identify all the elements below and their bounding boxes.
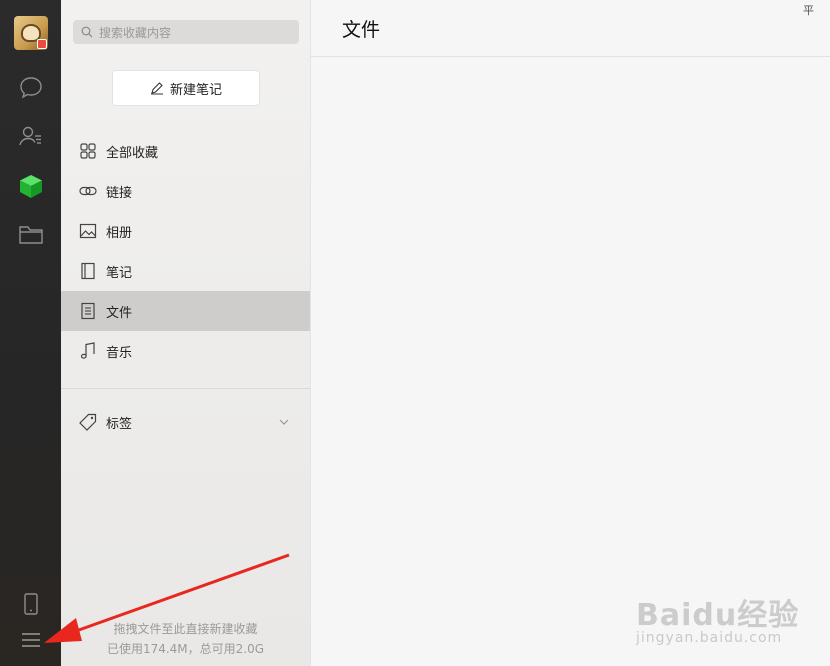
content-header: 文件 <box>311 0 830 57</box>
search-box[interactable]: 搜索收藏内容 <box>73 20 299 44</box>
pin-button[interactable]: 平 <box>803 2 814 18</box>
link-icon <box>79 182 97 200</box>
nav-item-all-favorites[interactable]: 全部收藏 <box>61 131 310 171</box>
nav-label: 标签 <box>106 416 133 432</box>
image-icon <box>79 222 97 240</box>
menu-hamburger-icon[interactable] <box>15 624 47 656</box>
file-icon <box>79 302 97 320</box>
music-note-icon <box>79 342 97 360</box>
nav-item-album[interactable]: 相册 <box>61 211 310 251</box>
folder-icon[interactable] <box>15 218 47 250</box>
nav-item-links[interactable]: 链接 <box>61 171 310 211</box>
new-note-button[interactable]: 新建笔记 <box>113 71 259 105</box>
storage-usage: 已使用174.4M，总可用2.0G <box>106 642 265 656</box>
page-title: 文件 <box>342 18 381 41</box>
grid-icon <box>79 142 97 160</box>
nav-item-music[interactable]: 音乐 <box>61 331 310 371</box>
new-note-label: 新建笔记 <box>169 82 222 98</box>
avatar-badge <box>37 39 47 49</box>
content-pane: 文件 平 <box>310 0 830 666</box>
watermark-brand: Baidu经验 <box>636 598 800 633</box>
nav-label: 相册 <box>106 225 133 241</box>
nav-item-notes[interactable]: 笔记 <box>61 251 310 291</box>
chat-icon[interactable] <box>15 71 47 103</box>
nav-label: 全部收藏 <box>106 145 159 161</box>
drag-hint: 拖拽文件至此直接新建收藏 <box>113 622 258 636</box>
watermark-url: jingyan.baidu.com <box>636 630 783 646</box>
tag-icon <box>79 413 97 431</box>
favorites-cube-icon[interactable] <box>15 170 47 202</box>
phone-icon[interactable] <box>15 588 47 620</box>
left-rail <box>0 0 61 666</box>
watermark: Baidu经验 jingyan.baidu.com <box>636 590 799 646</box>
search-icon <box>81 26 93 38</box>
nav-label: 音乐 <box>106 345 133 361</box>
notebook-icon <box>79 262 97 280</box>
avatar[interactable] <box>14 16 48 50</box>
pencil-icon <box>150 82 163 95</box>
nav-label: 链接 <box>106 185 133 201</box>
chevron-down-icon[interactable] <box>278 416 290 428</box>
search-placeholder: 搜索收藏内容 <box>99 25 172 40</box>
nav-item-files[interactable]: 文件 <box>61 291 310 331</box>
contacts-icon[interactable] <box>15 120 47 152</box>
divider <box>61 388 310 389</box>
nav-label: 文件 <box>106 305 133 321</box>
nav-item-tags[interactable]: 标签 <box>61 402 310 442</box>
nav-label: 笔记 <box>106 265 133 281</box>
favorites-panel: 搜索收藏内容 新建笔记 全部收藏 链接 相册 笔记 文件 音乐 标签 拖拽文件至… <box>61 0 310 666</box>
